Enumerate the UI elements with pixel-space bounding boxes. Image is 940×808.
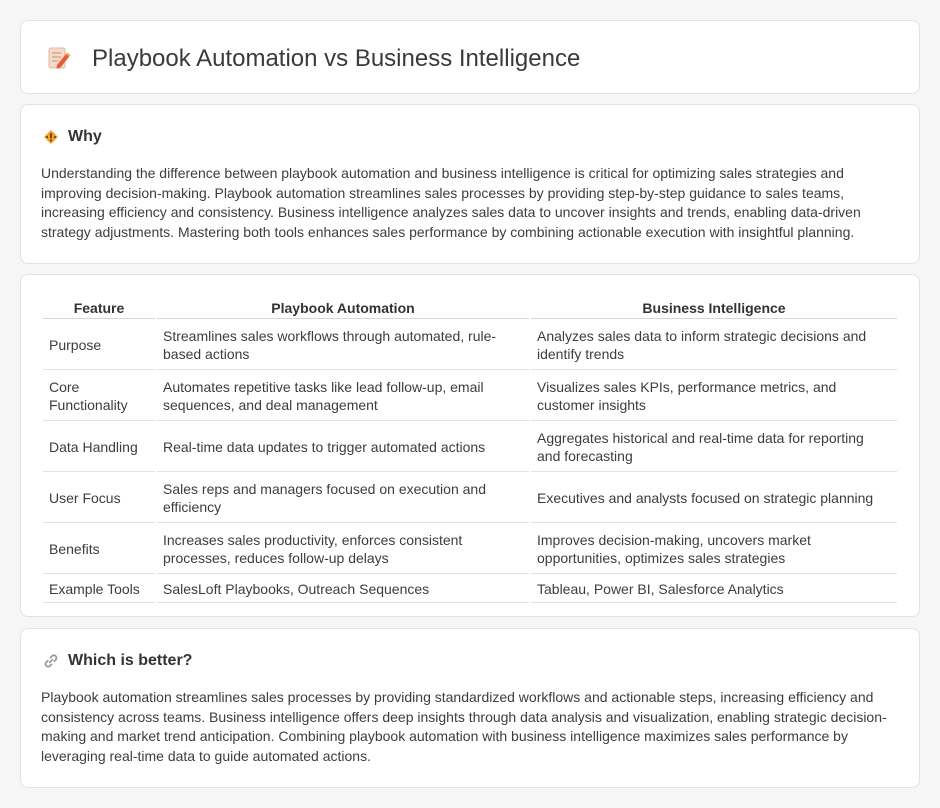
table-row: Purpose Streamlines sales workflows thro… [43, 321, 897, 370]
document-pencil-icon [48, 47, 71, 69]
feature-cell: User Focus [43, 474, 155, 523]
playbook-cell: Sales reps and managers focused on execu… [157, 474, 529, 523]
which-is-better-section: Which is better? Playbook automation str… [20, 628, 920, 788]
table-header-row: Feature Playbook Automation Business Int… [43, 297, 897, 319]
bi-cell: Tableau, Power BI, Salesforce Analytics [531, 576, 897, 603]
table-row: Example Tools SalesLoft Playbooks, Outre… [43, 576, 897, 603]
table-row: Benefits Increases sales productivity, e… [43, 525, 897, 574]
better-title: Which is better? [68, 652, 193, 669]
bi-cell: Aggregates historical and real-time data… [531, 423, 897, 472]
table-row: Core Functionality Automates repetitive … [43, 372, 897, 421]
table-row: Data Handling Real-time data updates to … [43, 423, 897, 472]
feature-cell: Benefits [43, 525, 155, 574]
better-heading: Which is better? [43, 651, 192, 671]
playbook-cell: SalesLoft Playbooks, Outreach Sequences [157, 576, 529, 603]
why-section: Why Understanding the difference between… [20, 104, 920, 264]
feature-cell: Example Tools [43, 576, 155, 603]
playbook-cell: Increases sales productivity, enforces c… [157, 525, 529, 574]
playbook-cell: Automates repetitive tasks like lead fol… [157, 372, 529, 421]
warning-diamond-icon [44, 130, 58, 144]
comparison-section: Feature Playbook Automation Business Int… [20, 274, 920, 617]
why-paragraph: Understanding the difference between pla… [41, 165, 861, 240]
bi-cell: Improves decision-making, uncovers marke… [531, 525, 897, 574]
why-title: Why [68, 128, 102, 145]
bi-cell: Analyzes sales data to inform strategic … [531, 321, 897, 370]
better-paragraph: Playbook automation streamlines sales pr… [41, 689, 887, 764]
feature-cell: Purpose [43, 321, 155, 370]
header-business-intelligence: Business Intelligence [531, 297, 897, 319]
feature-cell: Core Functionality [43, 372, 155, 421]
bi-cell: Visualizes sales KPIs, performance metri… [531, 372, 897, 421]
why-heading: Why [43, 127, 102, 147]
playbook-cell: Streamlines sales workflows through auto… [157, 321, 529, 370]
comparison-table: Feature Playbook Automation Business Int… [41, 295, 899, 605]
playbook-cell: Real-time data updates to trigger automa… [157, 423, 529, 472]
link-icon [44, 654, 58, 668]
bi-cell: Executives and analysts focused on strat… [531, 474, 897, 523]
header-playbook-automation: Playbook Automation [157, 297, 529, 319]
header-feature: Feature [43, 297, 155, 319]
page-title: Playbook Automation vs Business Intellig… [92, 45, 581, 72]
table-row: User Focus Sales reps and managers focus… [43, 474, 897, 523]
feature-cell: Data Handling [43, 423, 155, 472]
header-card: Playbook Automation vs Business Intellig… [20, 20, 920, 94]
